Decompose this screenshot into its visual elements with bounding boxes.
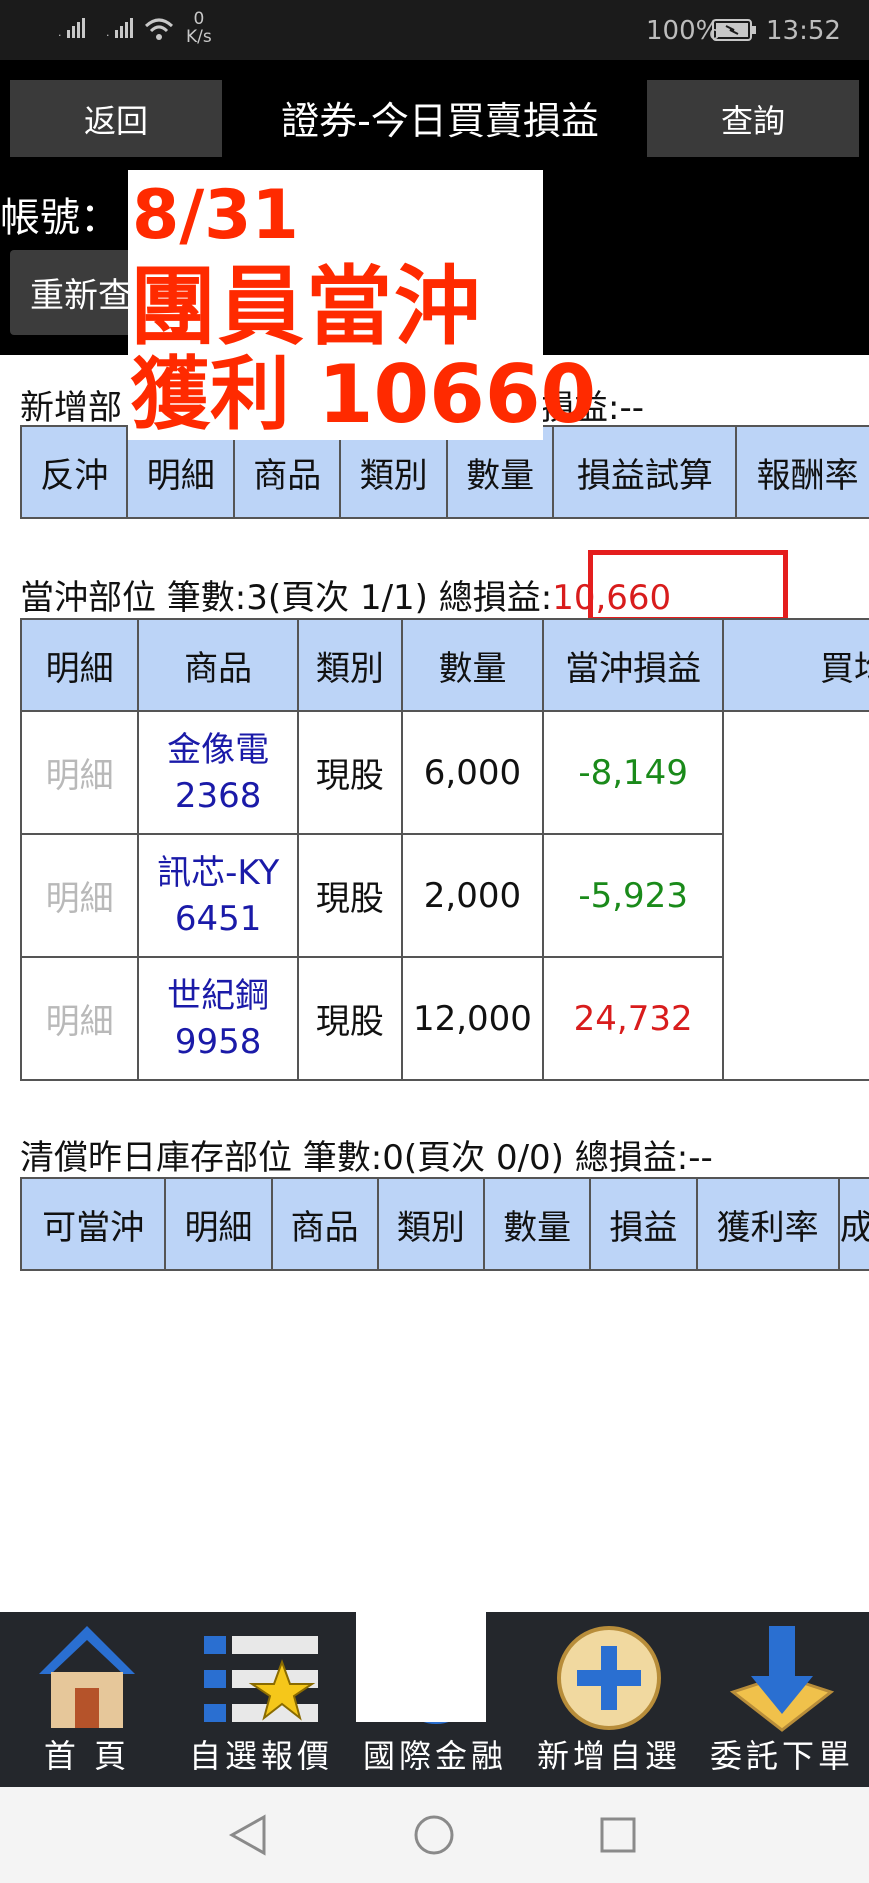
- product-cell[interactable]: 訊芯-KY 6451: [137, 833, 300, 958]
- overlay-line2: 獲利 10660: [130, 348, 597, 441]
- col-qty: 數量: [400, 618, 545, 712]
- qty-cell: 2,000: [400, 833, 545, 958]
- col-detail: 明細: [19, 618, 140, 712]
- nav-home[interactable]: 首 頁: [0, 1612, 174, 1787]
- watchlist-icon: [204, 1636, 318, 1722]
- col-qty: 數量: [483, 1177, 592, 1271]
- pnl-cell: -5,923: [542, 833, 725, 958]
- recents-square-icon[interactable]: [598, 1815, 638, 1855]
- product-cell[interactable]: 世紀鋼 9958: [137, 956, 300, 1081]
- order-arrow-icon: [729, 1626, 835, 1732]
- col-return: 報酬率: [735, 425, 869, 519]
- pnl-cell: -8,149: [542, 710, 725, 835]
- col-profit-rate: 獲利率: [695, 1177, 840, 1271]
- page-title: 證券-今日買賣損益: [281, 99, 599, 143]
- nav-add-watchlist[interactable]: 新增自選: [522, 1612, 696, 1787]
- buy-avg-cell: [722, 957, 869, 1081]
- add-circle-icon: [557, 1626, 661, 1730]
- nav-watchlist[interactable]: 自選報價: [174, 1612, 348, 1787]
- nav-place-order[interactable]: 委託下單: [695, 1612, 869, 1787]
- overlay-line1: 團員當沖: [130, 257, 482, 357]
- back-triangle-icon[interactable]: [228, 1813, 268, 1857]
- type-cell: 現股: [297, 710, 403, 835]
- buy-avg-cell: [722, 711, 869, 834]
- product-cell[interactable]: 金像電 2368: [137, 710, 300, 835]
- battery-percent: 100%: [646, 16, 721, 46]
- status-bar: . . 0 K/s 100% 13:52: [0, 0, 869, 60]
- nav-international[interactable]: 國際金融: [348, 1612, 522, 1787]
- daytrade-summary: 當沖部位 筆數:3(頁次 1/1) 總損益:: [20, 578, 553, 618]
- col-buy-avg: 買均: [722, 618, 869, 712]
- net-speed: 0 K/s: [186, 9, 212, 47]
- col-cost: 成: [837, 1177, 869, 1271]
- detail-link[interactable]: 明細: [19, 956, 140, 1081]
- signal-2-icon: .: [106, 18, 133, 38]
- col-reverse: 反沖: [19, 425, 129, 519]
- qty-cell: 12,000: [400, 956, 545, 1081]
- pnl-cell: 24,732: [542, 956, 725, 1081]
- type-cell: 現股: [297, 833, 403, 958]
- battery-icon: [712, 19, 756, 41]
- col-daytrade-pnl: 當沖損益: [542, 618, 725, 712]
- table-row: 明細 訊芯-KY 6451 現股 2,000 -5,923: [19, 833, 869, 958]
- col-detail: 明細: [164, 1177, 273, 1271]
- query-button[interactable]: 查詢: [647, 80, 859, 157]
- col-product: 商品: [137, 618, 300, 712]
- detail-link[interactable]: 明細: [19, 833, 140, 958]
- system-nav-bar: [0, 1787, 869, 1883]
- qty-cell: 6,000: [400, 710, 545, 835]
- highlight-box: [588, 550, 788, 622]
- liquidation-title: 清償昨日庫存部位 筆數:0(頁次 0/0) 總損益:--: [20, 1138, 713, 1178]
- col-pnl: 損益: [589, 1177, 698, 1271]
- daytrade-title: 當沖部位 筆數:3(頁次 1/1) 總損益:10,660: [20, 570, 671, 619]
- detail-link[interactable]: 明細: [19, 710, 140, 835]
- col-product: 商品: [270, 1177, 379, 1271]
- covered-area: [356, 1612, 486, 1722]
- col-can-daytrade: 可當沖: [19, 1177, 167, 1271]
- col-type: 類別: [376, 1177, 486, 1271]
- wifi-icon: [144, 18, 174, 40]
- new-positions-title: 新增部: [20, 388, 122, 428]
- home-circle-icon[interactable]: [412, 1813, 456, 1857]
- overlay-date: 8/31: [132, 176, 299, 255]
- home-icon: [39, 1626, 135, 1728]
- signal-1-icon: .: [58, 18, 85, 38]
- back-button[interactable]: 返回: [10, 80, 222, 157]
- clock: 13:52: [766, 16, 841, 46]
- col-type: 類別: [297, 618, 403, 712]
- liquidation-table: 可當沖 明細 商品 類別 數量 損益 獲利率 成: [19, 1177, 869, 1271]
- daytrade-table: 明細 商品 類別 數量 當沖損益 買均 明細 金像電2368 現股 6,000 …: [19, 618, 869, 1081]
- buy-avg-cell: [722, 834, 869, 957]
- table-row: 明細 金像電 2368 現股 6,000 -8,149: [19, 710, 869, 835]
- account-label: 帳號：: [0, 195, 120, 241]
- table-row: 明細 世紀鋼 9958 現股 12,000 24,732: [19, 956, 869, 1081]
- type-cell: 現股: [297, 956, 403, 1081]
